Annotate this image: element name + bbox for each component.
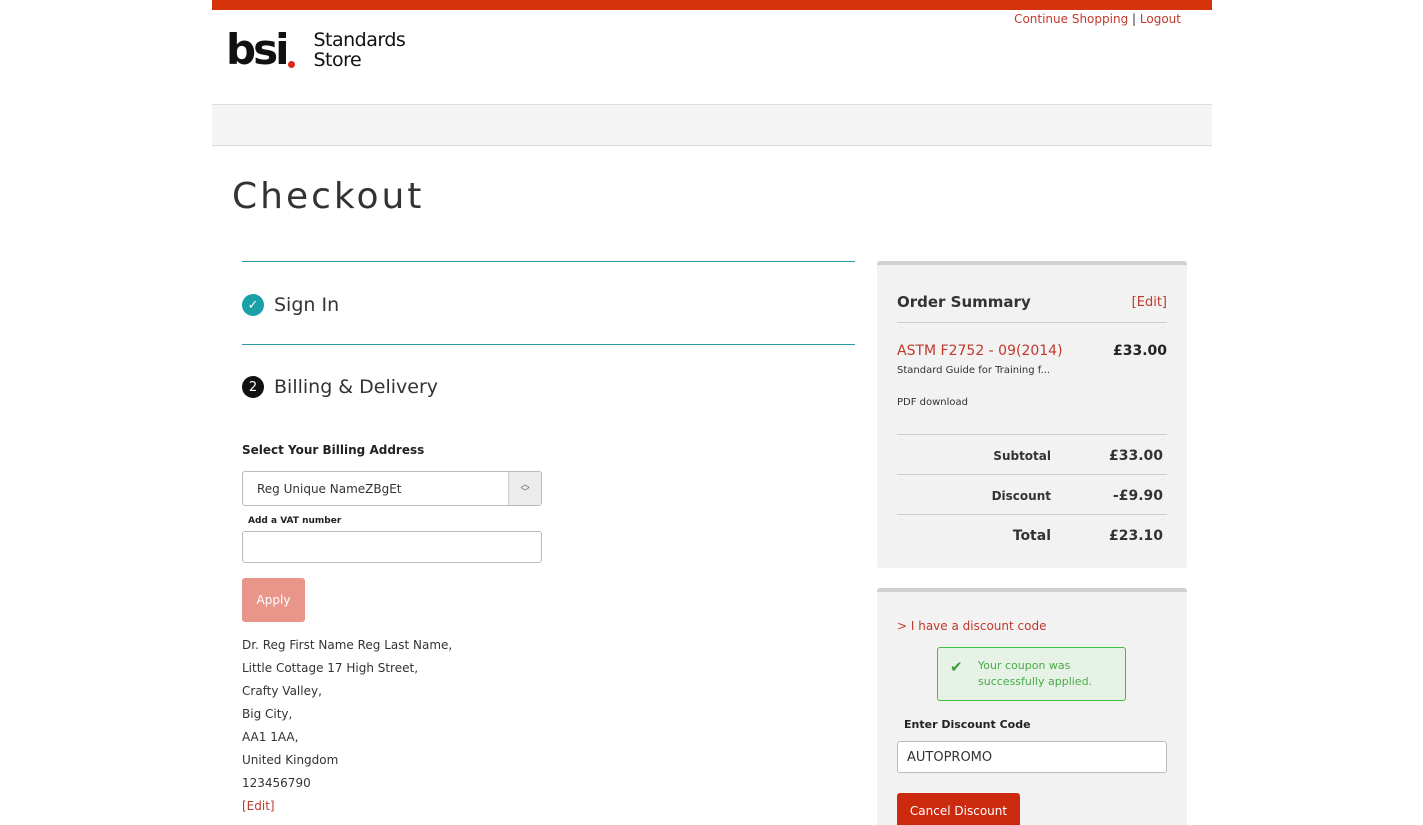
bsi-logo[interactable]: bsi Standards Store [226, 25, 406, 74]
total-label: Total [1012, 528, 1051, 544]
summary-divider [897, 322, 1167, 323]
step-divider-top [242, 261, 855, 262]
select-arrows-icon: ︿ ﹀ [508, 472, 541, 505]
continue-shopping-link[interactable]: Continue Shopping [1014, 12, 1128, 26]
step-divider-middle [242, 344, 855, 345]
step-number-badge: 2 [242, 376, 264, 398]
summary-divider [897, 474, 1167, 475]
edit-order-link[interactable]: [Edit] [1132, 295, 1167, 310]
check-icon: ✓ [242, 294, 264, 316]
cancel-discount-button[interactable]: Cancel Discount [897, 793, 1020, 825]
address-line: Crafty Valley, [242, 684, 322, 698]
address-line: AA1 1AA, [242, 730, 299, 744]
page-container: bsi Standards Store Continue Shopping | … [212, 0, 1212, 825]
discount-code-label: Enter Discount Code [904, 718, 1031, 731]
subtotal-label: Subtotal [993, 449, 1051, 463]
total-value: £23.10 [1108, 528, 1163, 544]
discount-code-toggle[interactable]: > I have a discount code [897, 619, 1046, 633]
product-description: Standard Guide for Training f... [897, 365, 1051, 376]
summary-divider [897, 434, 1167, 435]
subtotal-value: £33.00 [1108, 448, 1163, 464]
logo-store-line1: Standards [313, 29, 406, 51]
product-price: £33.00 [1112, 343, 1167, 359]
coupon-success-text: Your coupon was successfully applied. [978, 659, 1093, 688]
apply-vat-button[interactable]: Apply [242, 578, 305, 622]
header-link-separator: | [1132, 12, 1137, 26]
logout-link[interactable]: Logout [1140, 12, 1181, 26]
edit-address-link[interactable]: [Edit] [242, 795, 452, 818]
product-format: PDF download [897, 397, 969, 408]
billing-address-select[interactable]: Reg Unique NameZBgEt ︿ ﹀ [242, 471, 542, 506]
step-sign-in-label: Sign In [274, 294, 340, 316]
billing-address-block: Dr. Reg First Name Reg Last Name, Little… [242, 634, 452, 818]
discount-value: -£9.90 [1112, 488, 1163, 504]
step-billing: 2 Billing & Delivery [242, 376, 438, 398]
step-sign-in[interactable]: ✓ Sign In [242, 294, 339, 316]
logo-bsi-text: bsi [226, 25, 289, 74]
address-line: Dr. Reg First Name Reg Last Name, [242, 638, 453, 652]
coupon-success-message: ✔ Your coupon was successfully applied. [937, 647, 1126, 701]
billing-address-label: Select Your Billing Address [242, 443, 425, 457]
discount-panel: > I have a discount code ✔ Your coupon w… [877, 588, 1187, 825]
address-line: Little Cottage 17 High Street, [242, 661, 419, 675]
billing-address-selected: Reg Unique NameZBgEt [257, 481, 402, 496]
product-name-link[interactable]: ASTM F2752 - 09(2014) [897, 343, 1063, 359]
order-summary-title: Order Summary [897, 293, 1031, 311]
address-line: 123456790 [242, 776, 311, 790]
vat-label: Add a VAT number [248, 516, 342, 526]
success-check-icon: ✔ [950, 658, 963, 676]
page-title: Checkout [232, 176, 425, 217]
discount-code-input[interactable]: AUTOPROMO [897, 741, 1167, 773]
vat-number-input[interactable] [242, 531, 542, 563]
order-summary-panel: Order Summary [Edit] ASTM F2752 - 09(201… [877, 261, 1187, 568]
address-line: Big City, [242, 707, 293, 721]
header-links: Continue Shopping | Logout [1014, 12, 1181, 26]
logo-store-text: Standards Store [313, 30, 405, 70]
brand-top-bar [212, 0, 1212, 10]
summary-divider [897, 514, 1167, 515]
logo-store-line2: Store [313, 49, 362, 71]
navigation-band [212, 104, 1212, 146]
address-line: United Kingdom [242, 753, 339, 767]
step-billing-label: Billing & Delivery [274, 376, 439, 398]
discount-label: Discount [991, 489, 1051, 503]
logo-red-dot [288, 61, 296, 68]
